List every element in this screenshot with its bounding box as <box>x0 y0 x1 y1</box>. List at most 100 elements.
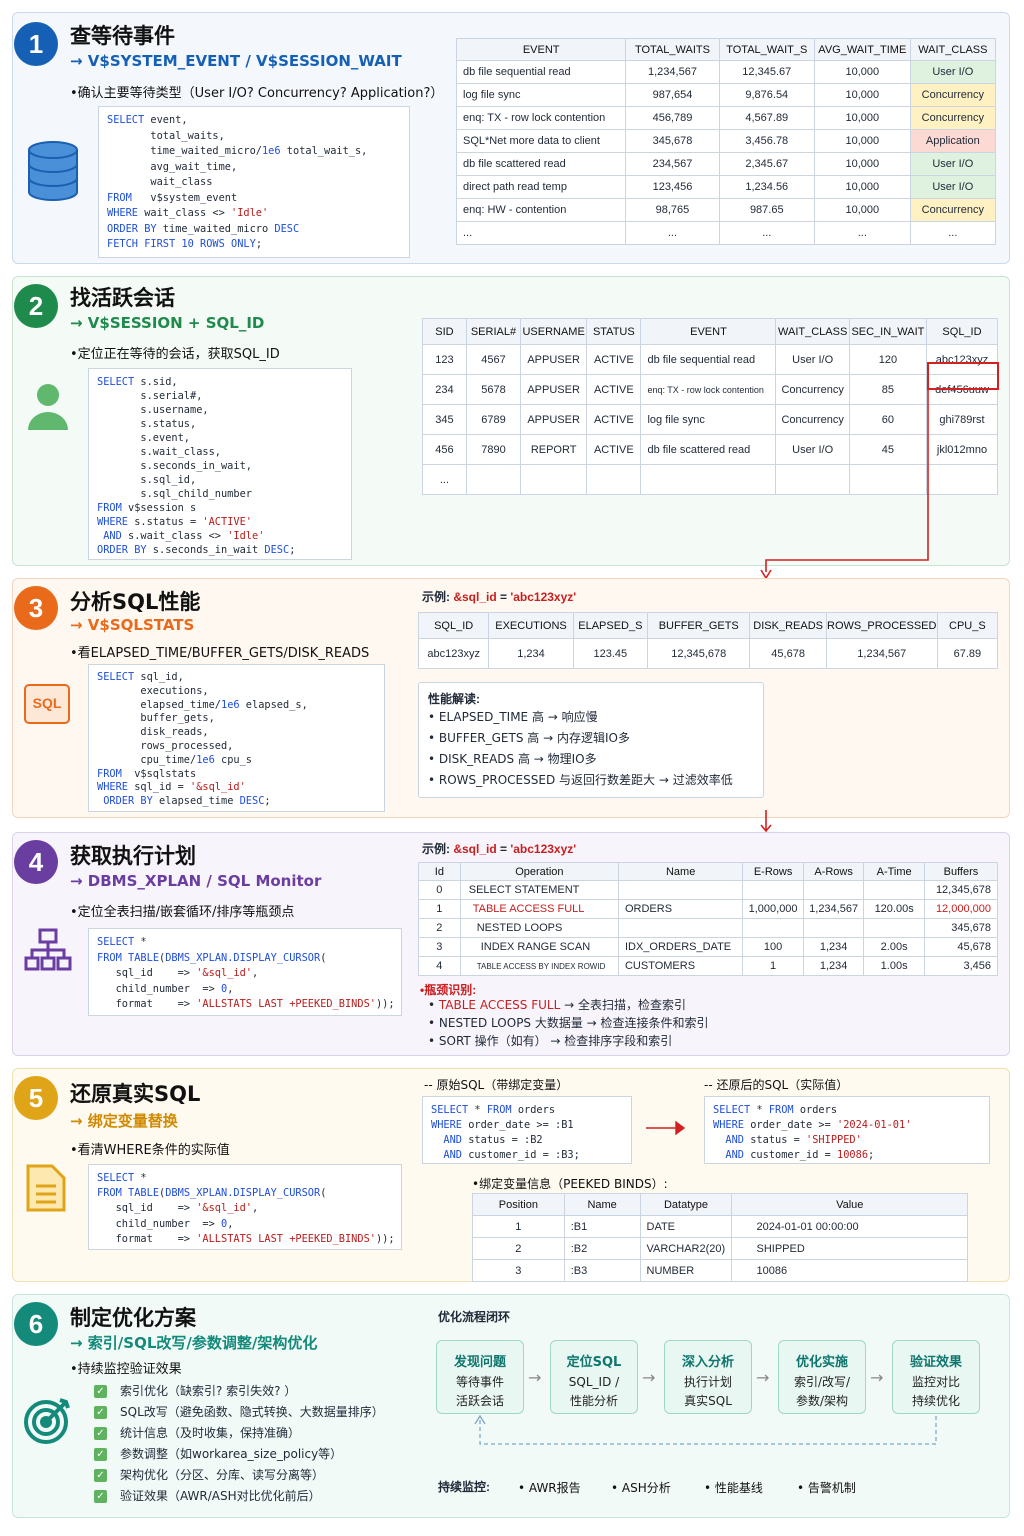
table-cell: 4,567.89 <box>718 106 815 130</box>
table-cell: 120.00s <box>863 899 925 919</box>
table-cell: 0 <box>418 880 461 900</box>
table-cell: 12,345.67 <box>718 60 815 84</box>
step-3-example-label: 示例: &sql_id = 'abc123xyz' <box>422 590 577 604</box>
checkbox-icon: ✓ <box>94 1406 107 1419</box>
table-cell: NUMBER <box>639 1259 733 1282</box>
table-cell: abc123xyz <box>417 638 490 669</box>
table-cell: ... <box>718 221 815 245</box>
step-1-sql-code: SELECT event, total_waits, time_waited_m… <box>98 106 410 258</box>
table-cell: 345 <box>422 404 467 435</box>
table-cell: 3,456.78 <box>718 129 815 153</box>
table-cell: direct path read temp <box>455 175 627 199</box>
table-cell: Concurrency <box>909 198 997 222</box>
step-2-title: 找活跃会话 <box>70 286 175 310</box>
column-header: EXECUTIONS <box>488 612 574 639</box>
flow-step-title: 深入分析 <box>681 1355 734 1370</box>
table-cell: 987.65 <box>718 198 815 222</box>
column-header: BUFFER_GETS <box>647 612 751 639</box>
table-cell: 4 <box>418 956 461 976</box>
table-cell <box>617 880 744 900</box>
table-cell: APPUSER <box>520 374 588 405</box>
step-5-sql-code: SELECT * FROM TABLE(DBMS_XPLAN.DISPLAY_C… <box>88 1164 402 1250</box>
table-cell: DATE <box>639 1215 733 1238</box>
table-cell: 1 <box>472 1215 565 1238</box>
table-cell: ... <box>422 464 467 495</box>
table-cell: 12,000,000 <box>923 899 999 919</box>
flow-step-detail: 持续优化 <box>911 1394 960 1408</box>
document-icon <box>26 1164 66 1212</box>
step-5-description: •看清WHERE条件的实际值 <box>70 1143 230 1158</box>
column-header: SQL_ID <box>417 612 490 639</box>
table-cell: 10,000 <box>813 198 911 222</box>
table-cell: ... <box>813 221 911 245</box>
table-cell: db file scattered read <box>455 152 627 176</box>
table-cell: 10,000 <box>813 83 911 107</box>
step-1-badge: 1 <box>14 22 58 66</box>
table-cell: User I/O <box>909 152 997 176</box>
restored-sql-code: SELECT * FROM orders WHERE order_date >=… <box>704 1096 990 1164</box>
column-header: EVENT <box>455 38 627 61</box>
flow-step-title: 优化实施 <box>795 1355 848 1370</box>
table-cell: SELECT STATEMENT <box>459 880 619 900</box>
performance-notes-list: • ELAPSED_TIME 高 → 响应慢 • BUFFER_GETS 高 → … <box>428 707 733 791</box>
table-cell: 98,765 <box>625 198 720 222</box>
table-cell: NESTED LOOPS <box>459 918 619 938</box>
bottleneck-list: • TABLE ACCESS FULL → 全表扫描，检查索引 • NESTED … <box>428 996 709 1050</box>
table-cell: enq: HW - contention <box>455 198 627 222</box>
step-4-badge: 4 <box>14 840 58 884</box>
table-cell: enq: TX - row lock contention <box>455 106 627 130</box>
table-cell <box>802 880 865 900</box>
table-cell: 1,234 <box>488 638 574 669</box>
table-row: 0 SELECT STATEMENT 12,345,678 <box>418 880 999 900</box>
table-cell: 1,234,567 <box>625 60 720 84</box>
step-4-description: •定位全表扫描/嵌套循环/排序等瓶颈点 <box>70 905 295 920</box>
flow-title: 优化流程闭环 <box>438 1310 511 1324</box>
table-cell: 45,678 <box>749 638 827 669</box>
table-cell: 12,345,678 <box>923 880 999 900</box>
table-cell <box>863 918 925 938</box>
sql-file-icon: SQL <box>24 684 70 724</box>
table-cell: 9,876.54 <box>718 83 815 107</box>
checklist-item: ✓ 架构优化（分区、分库、读写分离等） <box>94 1465 384 1486</box>
step-5-subtitle: → 绑定变量替换 <box>70 1112 178 1130</box>
step-4-title: 获取执行计划 <box>70 844 196 868</box>
flow-step-detail: 真实SQL <box>684 1394 732 1408</box>
table-cell: 2.00s <box>863 937 925 957</box>
table-cell: 10,000 <box>813 129 911 153</box>
table-cell: 10,000 <box>813 60 911 84</box>
table-cell: 123 <box>422 344 467 375</box>
table-row: 1 TABLE ACCESS FULL ORDERS 1,000,000 1,234,5… <box>418 899 999 919</box>
table-cell: SHIPPED <box>731 1237 968 1260</box>
table-cell: IDX_ORDERS_DATE <box>617 937 744 957</box>
table-cell: User I/O <box>909 175 997 199</box>
flow-step-title: 发现问题 <box>453 1355 506 1370</box>
table-cell: log file sync <box>455 83 627 107</box>
table-cell: 1,234.56 <box>718 175 815 199</box>
step-3-sql-code: SELECT sql_id, executions, elapsed_time/… <box>88 664 385 812</box>
table-row: 1:B1 DATE 2024-01-01 00:00:00 <box>472 1215 968 1238</box>
table-cell: 4567 <box>465 344 522 375</box>
table-cell: 3,456 <box>923 956 999 976</box>
step-6-subtitle: → 索引/SQL改写/参数调整/架构优化 <box>70 1334 318 1352</box>
table-cell: 2 <box>418 918 461 938</box>
arrow-right-icon: → <box>870 1368 884 1387</box>
checkbox-icon: ✓ <box>94 1385 107 1398</box>
table-cell: ACTIVE <box>586 344 642 375</box>
peeked-binds-table: Position Name Datatype Value 1:B1 DATE 2024-01… <box>472 1193 968 1282</box>
table-cell: SQL*Net more data to client <box>455 129 627 153</box>
table-cell: CUSTOMERS <box>617 956 744 976</box>
column-header: Position <box>472 1193 565 1216</box>
original-sql-code: SELECT * FROM orders WHERE order_date >=… <box>422 1096 632 1164</box>
table-cell: 10,000 <box>813 106 911 130</box>
step-2-badge: 2 <box>14 284 58 328</box>
table-cell: ACTIVE <box>586 404 642 435</box>
checklist-item: ✓ 验证效果（AWR/ASH对比优化前后） <box>94 1486 384 1507</box>
sql-stats-table: SQL_ID EXECUTIONS ELAPSED_S BUFFER_GETS DISK… <box>417 612 999 669</box>
flow-step-detail: SQL_ID / <box>568 1375 620 1389</box>
flow-step-detail: 活跃会话 <box>455 1394 504 1408</box>
step-5-badge: 5 <box>14 1076 58 1120</box>
list-item: • ROWS_PROCESSED 与返回行数差距大 → 过滤效率低 <box>428 773 733 787</box>
table-row: 2 NESTED LOOPS 345,678 <box>418 918 999 938</box>
column-header: ROWS_PROCESSED <box>825 612 938 639</box>
monitor-item: • AWR报告 <box>518 1481 581 1495</box>
